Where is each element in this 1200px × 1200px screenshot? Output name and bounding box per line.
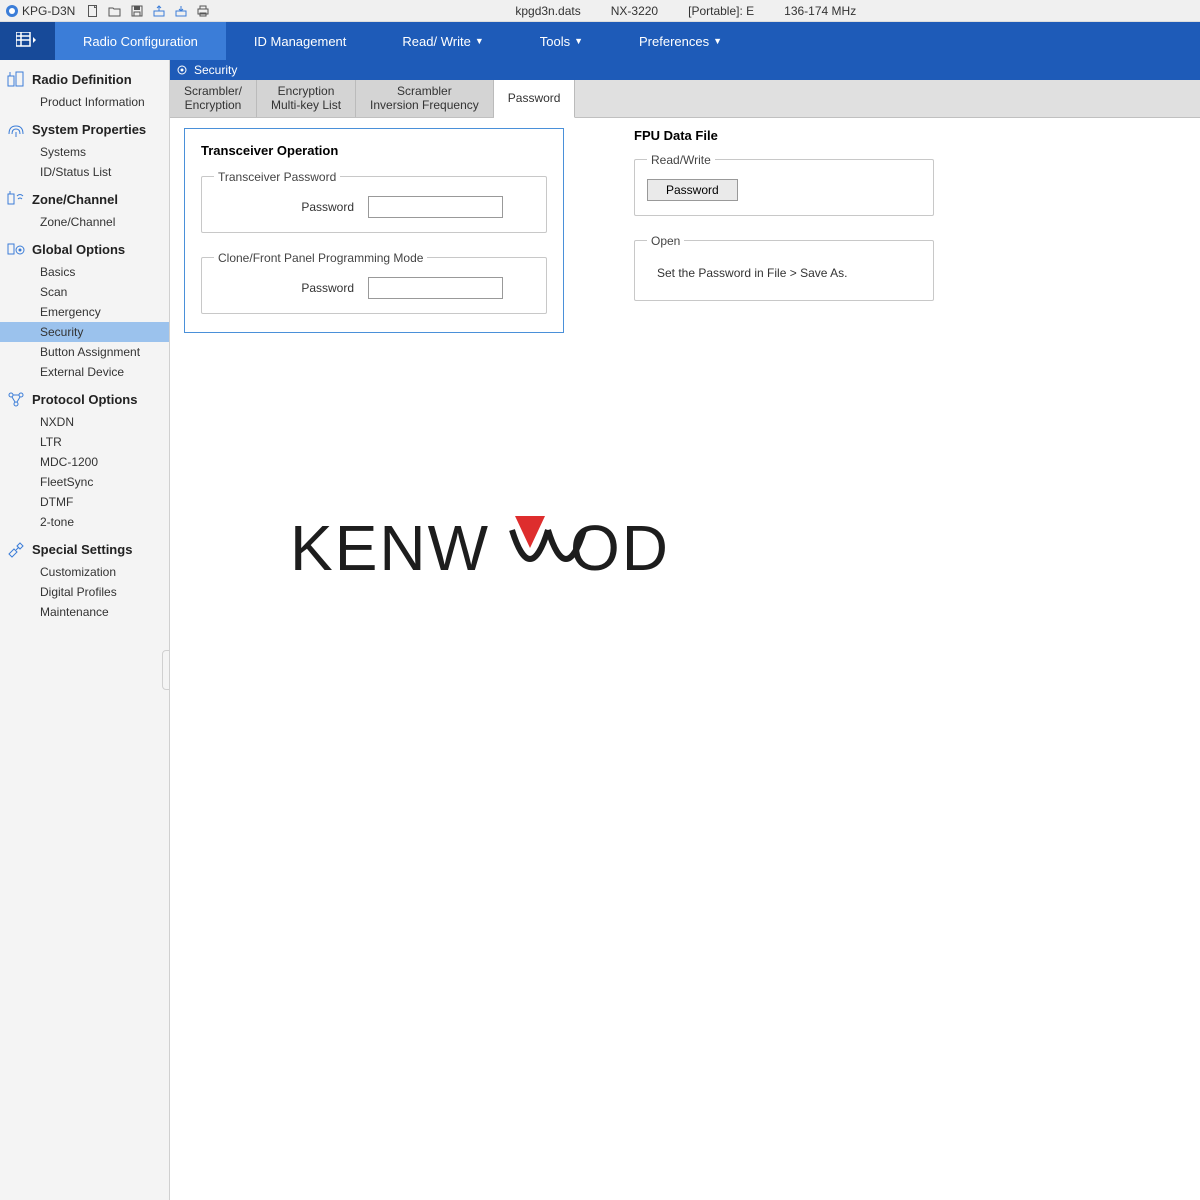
sidebar: Radio Definition Product Information Sys…: [0, 60, 170, 1200]
sidebar-header-global-options[interactable]: Global Options: [0, 236, 169, 262]
sidebar-header-label: Protocol Options: [32, 392, 137, 407]
password-button[interactable]: Password: [647, 179, 738, 201]
sidebar-item-emergency[interactable]: Emergency: [0, 302, 169, 322]
app-icon: [4, 3, 20, 19]
legend: Read/Write: [647, 153, 715, 167]
menu-label: Read/ Write: [402, 34, 470, 49]
device-type: [Portable]: E: [688, 4, 754, 18]
sidebar-item-product-information[interactable]: Product Information: [0, 92, 169, 112]
menu-label: Radio Configuration: [83, 34, 198, 49]
app-title: KPG-D3N: [22, 4, 75, 18]
sidebar-header-special-settings[interactable]: Special Settings: [0, 536, 169, 562]
chevron-down-icon: ▼: [574, 36, 583, 46]
hamburger-menu[interactable]: [0, 22, 55, 60]
sidebar-item-2tone[interactable]: 2-tone: [0, 512, 169, 532]
transceiver-password-input[interactable]: [368, 196, 503, 218]
sidebar-header-label: Zone/Channel: [32, 192, 118, 207]
fieldset-transceiver-password: Transceiver Password Password: [201, 170, 547, 233]
sidebar-header-zone-channel[interactable]: Zone/Channel: [0, 186, 169, 212]
chevron-down-icon: ▼: [475, 36, 484, 46]
menu-tools[interactable]: Tools ▼: [512, 22, 611, 60]
sidebar-header-label: Special Settings: [32, 542, 132, 557]
menu-preferences[interactable]: Preferences ▼: [611, 22, 750, 60]
gear-icon: [176, 64, 188, 76]
sidebar-item-customization[interactable]: Customization: [0, 562, 169, 582]
toolbar-info: kpgd3n.dats NX-3220 [Portable]: E 136-17…: [515, 4, 856, 18]
panel-body: Transceiver Operation Transceiver Passwo…: [170, 118, 1200, 1200]
svg-text:OD: OD: [570, 512, 670, 584]
new-file-icon[interactable]: [85, 3, 101, 19]
sidebar-item-zone-channel[interactable]: Zone/Channel: [0, 212, 169, 232]
password-label: Password: [214, 281, 354, 295]
sidebar-item-dtmf[interactable]: DTMF: [0, 492, 169, 512]
menu-id-management[interactable]: ID Management: [226, 22, 375, 60]
fieldset-clone-mode: Clone/Front Panel Programming Mode Passw…: [201, 251, 547, 314]
file-name: kpgd3n.dats: [515, 4, 580, 18]
sidebar-item-ltr[interactable]: LTR: [0, 432, 169, 452]
tab-password[interactable]: Password: [494, 80, 576, 118]
password-label: Password: [214, 200, 354, 214]
fpu-data-file-group: FPU Data File Read/Write Password Open S…: [634, 128, 934, 319]
sidebar-header-radio-definition[interactable]: Radio Definition: [0, 66, 169, 92]
sidebar-item-button-assignment[interactable]: Button Assignment: [0, 342, 169, 362]
sidebar-item-nxdn[interactable]: NXDN: [0, 412, 169, 432]
chevron-down-icon: ▼: [713, 36, 722, 46]
sidebar-item-security[interactable]: Security: [0, 322, 169, 342]
menu-label: Tools: [540, 34, 570, 49]
open-hint-text: Set the Password in File > Save As.: [647, 260, 921, 286]
tab-encryption-multikey[interactable]: Encryption Multi-key List: [257, 80, 356, 117]
legend: Transceiver Password: [214, 170, 340, 184]
model-name: NX-3220: [611, 4, 658, 18]
fieldset-read-write: Read/Write Password: [634, 153, 934, 216]
clone-password-input[interactable]: [368, 277, 503, 299]
tab-scrambler-encryption[interactable]: Scrambler/ Encryption: [170, 80, 257, 117]
write-radio-icon[interactable]: [173, 3, 189, 19]
sidebar-item-basics[interactable]: Basics: [0, 262, 169, 282]
legend: Open: [647, 234, 684, 248]
print-icon[interactable]: [195, 3, 211, 19]
section-title: FPU Data File: [634, 128, 934, 143]
sidebar-item-maintenance[interactable]: Maintenance: [0, 602, 169, 622]
sidebar-item-mdc1200[interactable]: MDC-1200: [0, 452, 169, 472]
legend: Clone/Front Panel Programming Mode: [214, 251, 427, 265]
sidebar-header-label: Global Options: [32, 242, 125, 257]
sidebar-header-label: Radio Definition: [32, 72, 132, 87]
sidebar-header-system-properties[interactable]: System Properties: [0, 116, 169, 142]
menu-label: Preferences: [639, 34, 709, 49]
content-panel: Security Scrambler/ Encryption Encryptio…: [170, 60, 1200, 1200]
sidebar-header-label: System Properties: [32, 122, 146, 137]
transceiver-operation-group: Transceiver Operation Transceiver Passwo…: [184, 128, 564, 333]
sidebar-item-systems[interactable]: Systems: [0, 142, 169, 162]
menu-label: ID Management: [254, 34, 347, 49]
sidebar-item-id-status-list[interactable]: ID/Status List: [0, 162, 169, 182]
sidebar-item-fleetsync[interactable]: FleetSync: [0, 472, 169, 492]
sidebar-collapse-handle[interactable]: [162, 650, 170, 690]
save-file-icon[interactable]: [129, 3, 145, 19]
tabs: Scrambler/ Encryption Encryption Multi-k…: [170, 80, 1200, 118]
sidebar-item-external-device[interactable]: External Device: [0, 362, 169, 382]
menu-read-write[interactable]: Read/ Write ▼: [374, 22, 511, 60]
content-header-title: Security: [194, 63, 237, 77]
content-header: Security: [170, 60, 1200, 80]
sidebar-header-protocol-options[interactable]: Protocol Options: [0, 386, 169, 412]
open-file-icon[interactable]: [107, 3, 123, 19]
top-toolbar: KPG-D3N kpgd3n.dats NX-3220 [Portable]: …: [0, 0, 1200, 22]
sidebar-item-digital-profiles[interactable]: Digital Profiles: [0, 582, 169, 602]
freq-range: 136-174 MHz: [784, 4, 856, 18]
section-title: Transceiver Operation: [201, 143, 547, 158]
menu-bar: Radio Configuration ID Management Read/ …: [0, 22, 1200, 60]
sidebar-item-scan[interactable]: Scan: [0, 282, 169, 302]
fieldset-open: Open Set the Password in File > Save As.: [634, 234, 934, 301]
menu-radio-config[interactable]: Radio Configuration: [55, 22, 226, 60]
svg-text:KENW: KENW: [290, 512, 490, 584]
kenwood-logo: KENW OD: [290, 508, 790, 591]
tab-scrambler-inversion[interactable]: Scrambler Inversion Frequency: [356, 80, 494, 117]
read-radio-icon[interactable]: [151, 3, 167, 19]
